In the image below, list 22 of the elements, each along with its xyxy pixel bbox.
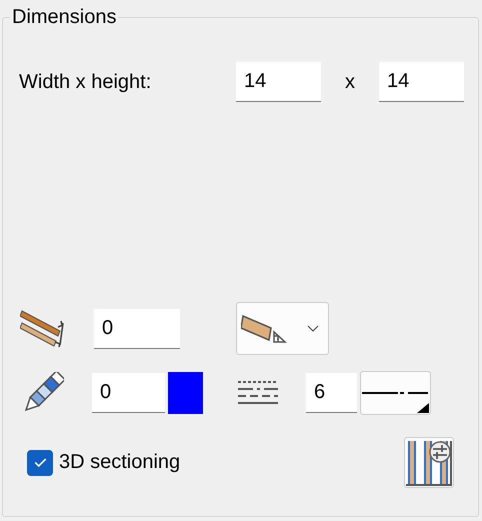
sectioning-checkbox[interactable]	[27, 450, 53, 476]
checkmark-icon	[34, 458, 46, 467]
line-field[interactable]: 6	[306, 373, 357, 413]
offset-field[interactable]: 0	[94, 308, 180, 348]
chevron-down-icon	[307, 325, 319, 332]
times-label: x	[344, 70, 356, 94]
bars-settings-icon	[406, 438, 452, 486]
section-settings-button[interactable]	[404, 437, 454, 488]
line-types-icon	[237, 380, 279, 406]
group-title: Dimensions	[11, 5, 118, 30]
sectioning-label: 3D sectioning	[59, 451, 180, 474]
angle-dropdown[interactable]	[236, 302, 329, 355]
dash-dot-line-icon	[362, 392, 428, 394]
height-field[interactable]: 14	[379, 62, 464, 102]
size-label: Width x height:	[19, 70, 152, 94]
pen-field[interactable]: 0	[92, 373, 165, 413]
width-field[interactable]: 14	[236, 62, 321, 102]
line-type-button[interactable]	[360, 371, 431, 415]
pencil-icon	[22, 372, 64, 414]
slab-angle-icon	[241, 314, 287, 344]
color-swatch[interactable]	[168, 372, 203, 414]
corner-triangle-icon	[417, 403, 429, 413]
